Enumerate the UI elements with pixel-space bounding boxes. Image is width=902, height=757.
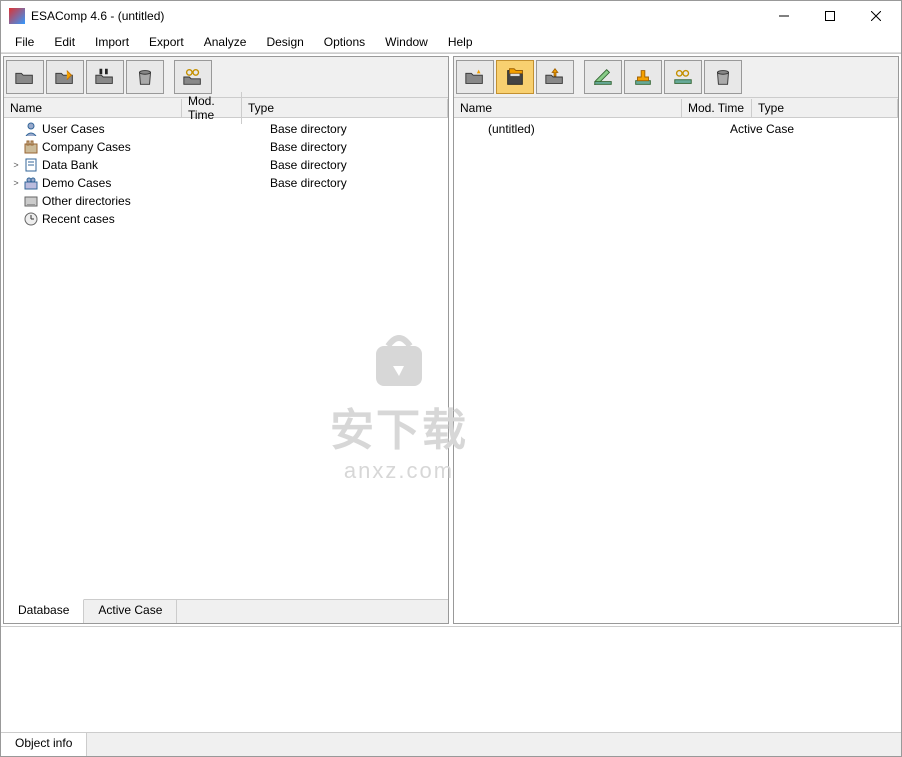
menu-options[interactable]: Options	[314, 33, 375, 51]
row-type: Base directory	[270, 176, 448, 190]
delete-layer-button[interactable]	[704, 60, 742, 94]
left-tree[interactable]: User Cases Base directory Company Cases …	[4, 118, 448, 599]
company-icon	[22, 140, 40, 154]
minimize-button[interactable]	[761, 1, 807, 31]
menu-window[interactable]: Window	[375, 33, 438, 51]
menu-design[interactable]: Design	[256, 33, 313, 51]
edit-layer-button[interactable]	[584, 60, 622, 94]
col-type[interactable]: Type	[752, 99, 898, 117]
menu-import[interactable]: Import	[85, 33, 139, 51]
open-case-button[interactable]	[6, 60, 44, 94]
row-type: Base directory	[270, 158, 448, 172]
tree-row[interactable]: Company Cases Base directory	[4, 138, 448, 156]
close-button[interactable]	[853, 1, 899, 31]
row-name: Other directories	[40, 194, 208, 208]
tab-database[interactable]: Database	[4, 599, 84, 623]
window-title: ESAComp 4.6 - (untitled)	[31, 9, 761, 23]
row-type: Base directory	[270, 122, 448, 136]
maximize-button[interactable]	[807, 1, 853, 31]
app-icon	[9, 8, 25, 24]
work-area: Name Mod. Time Type User Cases Base dire…	[1, 53, 901, 626]
col-mod[interactable]: Mod. Time	[682, 99, 752, 117]
tree-row[interactable]: > Data Bank Base directory	[4, 156, 448, 174]
menu-help[interactable]: Help	[438, 33, 483, 51]
menubar: File Edit Import Export Analyze Design O…	[1, 31, 901, 53]
col-name[interactable]: Name	[4, 99, 182, 117]
expand-icon[interactable]: >	[10, 160, 22, 170]
right-column-headers: Name Mod. Time Type	[454, 98, 898, 118]
row-name: Demo Cases	[40, 176, 208, 190]
left-tabs: Database Active Case	[4, 599, 448, 623]
preview-layer-button[interactable]	[664, 60, 702, 94]
titlebar: ESAComp 4.6 - (untitled)	[1, 1, 901, 31]
tree-row[interactable]: (untitled) Active Case	[454, 120, 898, 138]
recent-icon	[22, 212, 40, 226]
demo-icon	[22, 176, 40, 190]
save-up-button[interactable]	[536, 60, 574, 94]
activecase-pane: Name Mod. Time Type (untitled) Active Ca…	[453, 56, 899, 624]
row-name: Recent cases	[40, 212, 208, 226]
menu-file[interactable]: File	[5, 33, 44, 51]
statusbar: Object info	[1, 732, 901, 756]
tab-activecase[interactable]: Active Case	[84, 600, 177, 623]
row-name: Company Cases	[40, 140, 208, 154]
col-type[interactable]: Type	[242, 99, 448, 117]
tree-row[interactable]: User Cases Base directory	[4, 120, 448, 138]
left-column-headers: Name Mod. Time Type	[4, 98, 448, 118]
delete-case-button[interactable]	[126, 60, 164, 94]
user-icon	[22, 122, 40, 136]
stamp-button[interactable]	[624, 60, 662, 94]
open-case-arrow-button[interactable]	[46, 60, 84, 94]
tree-row[interactable]: Recent cases	[4, 210, 448, 228]
preview-case-button[interactable]	[174, 60, 212, 94]
row-type: Active Case	[730, 122, 898, 136]
new-case-button[interactable]	[456, 60, 494, 94]
right-tree[interactable]: (untitled) Active Case	[454, 118, 898, 623]
menu-edit[interactable]: Edit	[44, 33, 85, 51]
tree-row[interactable]: > Demo Cases Base directory	[4, 174, 448, 192]
save-case-button[interactable]	[496, 60, 534, 94]
tab-object-info[interactable]: Object info	[1, 733, 87, 756]
menu-export[interactable]: Export	[139, 33, 194, 51]
find-case-button[interactable]	[86, 60, 124, 94]
databank-icon	[22, 158, 40, 172]
menu-analyze[interactable]: Analyze	[194, 33, 257, 51]
right-toolbar	[454, 57, 898, 98]
row-name: Data Bank	[40, 158, 208, 172]
col-name[interactable]: Name	[454, 99, 682, 117]
row-name: (untitled)	[460, 122, 660, 136]
detail-area	[1, 626, 901, 732]
database-pane: Name Mod. Time Type User Cases Base dire…	[3, 56, 449, 624]
tree-row[interactable]: Other directories	[4, 192, 448, 210]
expand-icon[interactable]: >	[10, 178, 22, 188]
row-type: Base directory	[270, 140, 448, 154]
row-name: User Cases	[40, 122, 208, 136]
other-icon	[22, 194, 40, 208]
